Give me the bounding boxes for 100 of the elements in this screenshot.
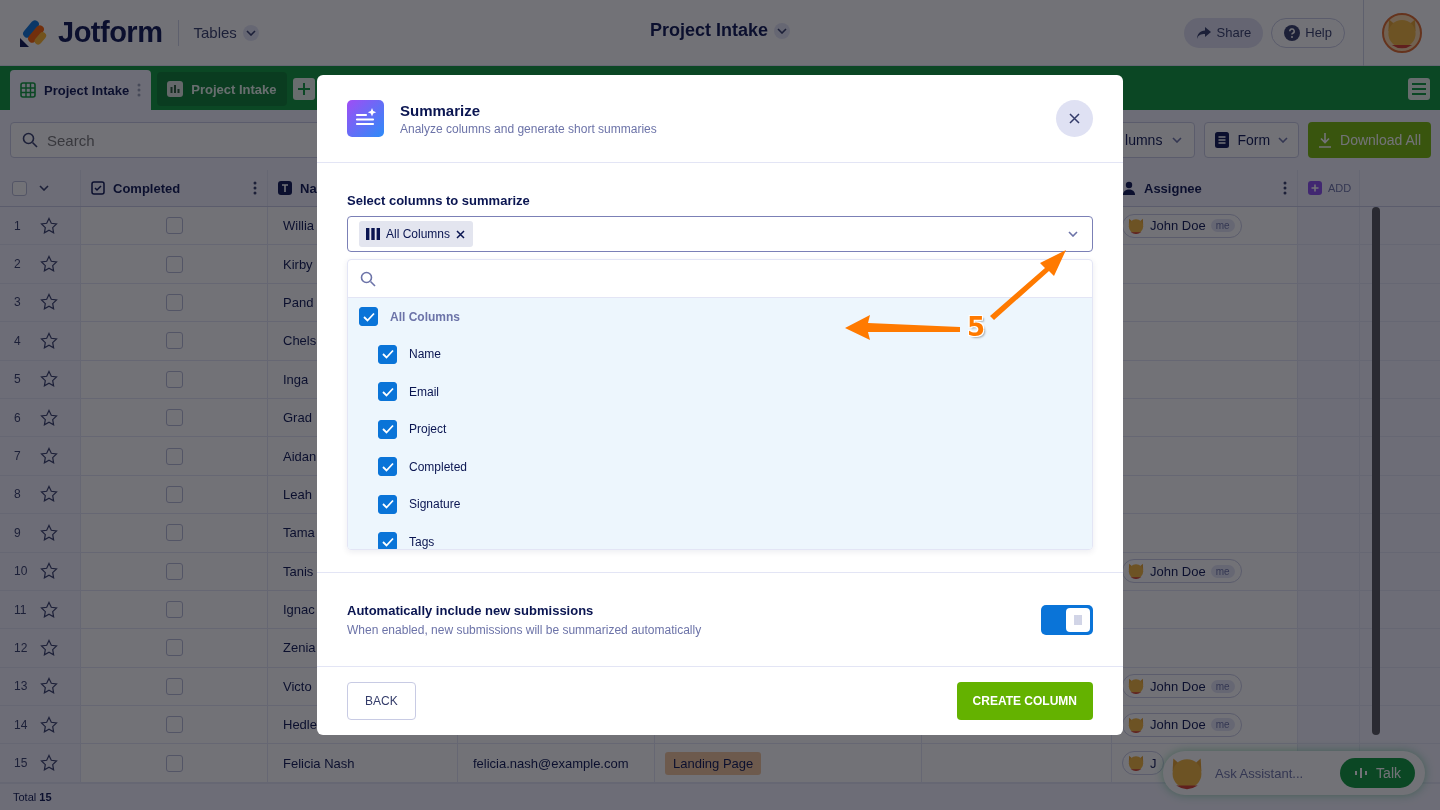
logo-text: Jotform xyxy=(58,16,163,49)
form-button[interactable]: Form xyxy=(1204,122,1300,158)
bar-chart-icon xyxy=(167,81,184,97)
option-checkbox[interactable] xyxy=(378,344,397,364)
checkmark-icon xyxy=(381,461,394,472)
row-number: 14 xyxy=(14,717,28,732)
option-checkbox[interactable] xyxy=(378,382,397,402)
column-header[interactable]: Assignee xyxy=(1144,180,1202,196)
column-header[interactable]: Na xyxy=(300,180,317,196)
column-option[interactable]: Project xyxy=(378,419,447,439)
form-icon xyxy=(1215,132,1230,148)
download-icon xyxy=(1318,132,1333,148)
row-checkbox[interactable] xyxy=(165,716,183,734)
star-icon[interactable] xyxy=(40,293,58,312)
option-checkbox[interactable] xyxy=(378,532,397,549)
menu-button[interactable] xyxy=(1408,78,1430,100)
cat-icon xyxy=(1127,216,1145,235)
annotation-number: 5 xyxy=(967,311,986,343)
star-icon[interactable] xyxy=(40,523,58,542)
selected-chip[interactable]: All Columns xyxy=(359,221,474,247)
row-checkbox[interactable] xyxy=(165,255,183,273)
text-type-icon xyxy=(278,181,292,195)
share-arrow-icon xyxy=(1195,25,1212,40)
ask-assistant-field[interactable]: Ask Assistant... xyxy=(1213,764,1333,782)
option-checkbox[interactable] xyxy=(378,457,397,477)
search-icon xyxy=(360,270,376,287)
row-checkbox[interactable] xyxy=(165,677,183,695)
table-title-dropdown[interactable]: Project Intake xyxy=(649,20,790,41)
row-checkbox[interactable] xyxy=(165,217,183,235)
row-checkbox[interactable] xyxy=(165,524,183,542)
row-checkbox[interactable] xyxy=(165,639,183,657)
option-checkbox[interactable] xyxy=(359,307,378,327)
more-vertical-icon xyxy=(1283,181,1287,195)
checkbox-column-icon xyxy=(91,181,105,195)
row-number: 7 xyxy=(14,449,21,464)
column-option[interactable]: Signature xyxy=(378,494,461,514)
star-icon[interactable] xyxy=(40,370,58,389)
row-number: 1 xyxy=(14,218,21,233)
row-number: 3 xyxy=(14,295,21,310)
row-number: 15 xyxy=(14,756,28,771)
star-icon[interactable] xyxy=(40,331,58,350)
star-icon[interactable] xyxy=(40,754,58,773)
checkmark-icon xyxy=(381,349,394,360)
star-icon[interactable] xyxy=(40,677,58,696)
row-checkbox[interactable] xyxy=(165,447,183,465)
plus-icon xyxy=(297,83,310,95)
row-checkbox[interactable] xyxy=(165,562,183,580)
star-icon[interactable] xyxy=(40,715,58,734)
back-button[interactable]: BACK xyxy=(347,682,416,720)
cat-icon xyxy=(1127,715,1145,734)
row-number: 12 xyxy=(14,641,28,655)
add-column-button[interactable]: ADD xyxy=(1308,181,1352,195)
row-number: 11 xyxy=(14,602,27,617)
table-tab[interactable]: Project Intake xyxy=(157,72,287,106)
remove-icon xyxy=(456,229,466,239)
star-icon[interactable] xyxy=(40,216,58,235)
chevron-down-icon xyxy=(1172,137,1183,143)
star-icon[interactable] xyxy=(40,639,58,657)
auto-include-toggle[interactable] xyxy=(1041,604,1093,635)
option-checkbox[interactable] xyxy=(378,419,397,439)
checkmark-icon xyxy=(381,424,394,435)
scrollbar[interactable] xyxy=(1372,207,1380,735)
grid-icon xyxy=(20,82,36,98)
row-number: 5 xyxy=(14,372,21,387)
user-avatar[interactable] xyxy=(1382,12,1422,53)
talk-button[interactable]: Talk xyxy=(1340,758,1415,788)
row-number: 9 xyxy=(14,525,21,540)
star-icon[interactable] xyxy=(40,447,58,466)
star-icon[interactable] xyxy=(40,600,58,619)
select-all-checkbox[interactable] xyxy=(12,180,27,196)
star-icon[interactable] xyxy=(40,562,58,581)
row-checkbox[interactable] xyxy=(165,332,183,350)
row-checkbox[interactable] xyxy=(165,485,183,503)
row-checkbox[interactable] xyxy=(165,754,183,772)
help-icon xyxy=(1284,24,1301,41)
column-header[interactable]: Completed xyxy=(113,180,181,196)
row-checkbox[interactable] xyxy=(165,409,183,427)
row-checkbox[interactable] xyxy=(165,293,183,311)
star-icon[interactable] xyxy=(40,485,58,504)
columns-select[interactable]: All Columns xyxy=(347,216,1093,252)
row-number: 10 xyxy=(14,564,28,579)
summary-sparkle-icon xyxy=(347,100,384,137)
menu-icon xyxy=(1412,83,1426,95)
column-option[interactable]: Tags xyxy=(378,532,435,549)
close-button[interactable] xyxy=(1056,100,1093,137)
row-number: 2 xyxy=(14,257,21,272)
row-checkbox[interactable] xyxy=(165,370,183,388)
option-checkbox[interactable] xyxy=(378,494,397,514)
grip-lines-icon xyxy=(1074,614,1082,625)
cat-icon xyxy=(1127,754,1145,773)
share-button[interactable]: Share xyxy=(1183,17,1264,48)
table-tab[interactable]: Project Intake xyxy=(10,70,152,110)
workspace-dropdown[interactable]: Tables xyxy=(193,24,259,41)
create-column-button[interactable]: CREATE COLUMN xyxy=(956,682,1093,720)
add-tab-button[interactable] xyxy=(292,78,315,100)
person-icon xyxy=(1122,181,1136,195)
star-icon[interactable] xyxy=(40,408,58,427)
row-checkbox[interactable] xyxy=(165,601,183,619)
star-icon[interactable] xyxy=(40,255,58,274)
total-count: Total 15 xyxy=(13,790,52,803)
